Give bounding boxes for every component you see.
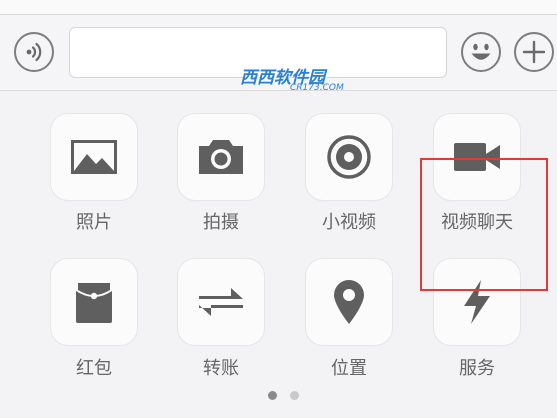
service-label: 服务 bbox=[459, 358, 495, 379]
page-dot-inactive[interactable] bbox=[290, 391, 299, 400]
watermark-subtext: CR173.COM bbox=[290, 83, 344, 93]
photo-icon bbox=[71, 140, 117, 174]
red-packet-label: 红包 bbox=[76, 358, 112, 379]
transfer-label: 转账 bbox=[203, 358, 239, 379]
red-packet-button[interactable] bbox=[50, 258, 138, 346]
location-label: 位置 bbox=[331, 358, 367, 379]
emoji-button[interactable] bbox=[461, 32, 501, 72]
plus-icon bbox=[522, 40, 546, 64]
sight-video-label: 小视频 bbox=[322, 212, 376, 233]
sight-video-button[interactable] bbox=[305, 113, 393, 201]
voice-icon bbox=[26, 42, 42, 62]
camera-button[interactable] bbox=[177, 113, 265, 201]
location-icon bbox=[334, 280, 364, 324]
highlight-box bbox=[420, 158, 548, 291]
photo-button[interactable] bbox=[50, 113, 138, 201]
camera-label: 拍摄 bbox=[203, 212, 239, 233]
voice-button[interactable] bbox=[14, 32, 54, 72]
location-button[interactable] bbox=[305, 258, 393, 346]
camera-icon bbox=[199, 140, 243, 174]
page-dot-active[interactable] bbox=[268, 391, 277, 400]
top-strip bbox=[0, 0, 557, 15]
emoji-icon bbox=[471, 43, 491, 60]
transfer-button[interactable] bbox=[177, 258, 265, 346]
photo-label: 照片 bbox=[76, 212, 112, 233]
sight-video-icon bbox=[327, 135, 371, 179]
transfer-icon bbox=[199, 288, 243, 316]
more-button[interactable] bbox=[514, 32, 554, 72]
red-packet-icon bbox=[76, 281, 112, 323]
